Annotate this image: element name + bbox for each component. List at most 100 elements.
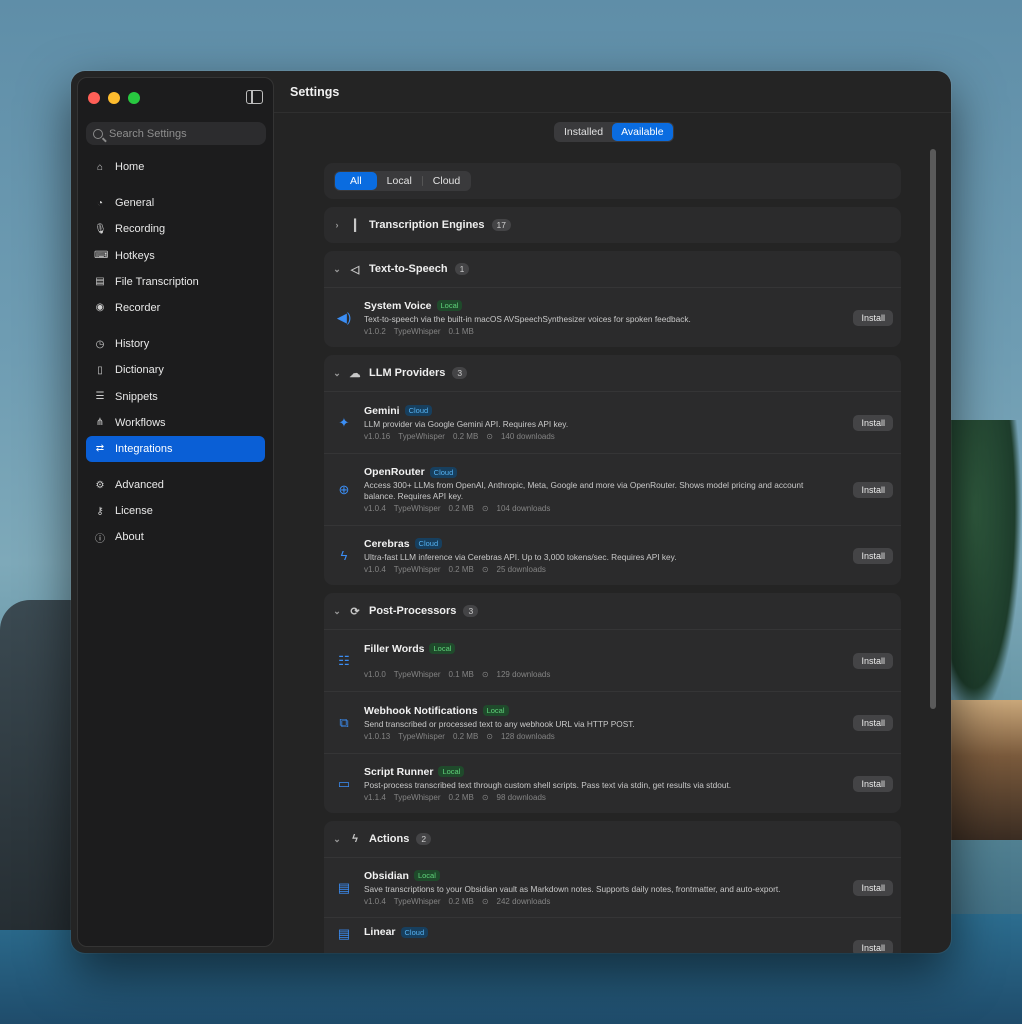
sidebar-item-dictionary[interactable]: ▯ Dictionary	[86, 357, 265, 383]
install-button[interactable]: Install	[853, 414, 893, 431]
sidebar-toggle-icon[interactable]	[246, 90, 263, 104]
section-header[interactable]: ⌄ ⟳ Post-Processors 3	[324, 593, 901, 629]
section-header[interactable]: ⌄ ☁ LLM Providers 3	[324, 355, 901, 391]
item-description: Post-process transcribed text through cu…	[364, 779, 732, 790]
close-window-button[interactable]	[88, 92, 100, 104]
filter-all[interactable]: All	[335, 172, 377, 190]
text-filter-icon: ☷	[338, 652, 350, 668]
sidebar-item-about[interactable]: ⓘ About	[86, 524, 265, 550]
section-transcription-engines: › ┃ Transcription Engines 17	[324, 207, 901, 243]
filter-local[interactable]: Local	[377, 172, 422, 190]
section-header[interactable]: › ┃ Transcription Engines 17	[324, 207, 901, 243]
item-author: TypeWhisper	[398, 731, 445, 741]
settings-window: ⌂ Home ◔ General 🎙 Recording ⌨ Hotkeys ▤ File…	[71, 71, 951, 953]
section-actions: ⌄ ϟ Actions 2 ▤ Obsidian Local Save trans…	[324, 821, 901, 953]
item-version: v1.0.0	[364, 669, 386, 679]
sidebar-item-snippets[interactable]: ☰ Snippets	[86, 384, 265, 410]
item-name: Webhook Notifications	[364, 704, 478, 717]
section-title: Actions	[369, 833, 410, 845]
sidebar-item-integrations[interactable]: ⇄ Integrations	[86, 435, 265, 462]
sidebar-item-label: Home	[115, 161, 145, 173]
download-icon: ⊙	[486, 431, 493, 441]
speaker-icon: ◁	[350, 263, 360, 276]
download-icon: ⊙	[481, 669, 489, 679]
gauge-icon: ◔	[96, 197, 104, 209]
section-header[interactable]: ⌄ ϟ Actions 2	[324, 821, 901, 857]
install-button[interactable]: Install	[853, 547, 893, 564]
sidebar-item-workflows[interactable]: ⋔ Workflows	[86, 410, 265, 436]
item-name: Filler Words	[364, 642, 425, 655]
item-name: OpenRouter	[364, 466, 425, 478]
scrollbar[interactable]	[930, 149, 936, 709]
page-title: Settings	[290, 84, 340, 99]
chevron-right-icon: ›	[335, 220, 339, 230]
filter-card: All Local Cloud	[324, 163, 901, 199]
sidebar-item-label: About	[115, 531, 144, 544]
sidebar-item-license[interactable]: ⚷ License	[86, 498, 265, 524]
download-icon: ⊙	[481, 792, 489, 802]
item-downloads: 128 downloads	[500, 731, 555, 741]
sidebar-item-label: Advanced	[115, 479, 164, 492]
install-button[interactable]: Install	[853, 940, 893, 953]
minimize-window-button[interactable]	[108, 92, 120, 104]
zoom-window-button[interactable]	[128, 92, 140, 104]
list-item: ▤ Linear Cloud Install	[324, 917, 901, 953]
install-button[interactable]: Install	[853, 775, 893, 792]
sidebar-item-file-transcription[interactable]: ▤ File Transcription	[86, 269, 265, 295]
section-title: LLM Providers	[369, 367, 446, 379]
sidebar-item-recording[interactable]: 🎙 Recording	[86, 216, 265, 242]
item-name: Obsidian	[364, 869, 409, 882]
cloud-badge: Cloud	[414, 538, 443, 549]
item-version: v1.0.4	[364, 504, 386, 513]
search-field[interactable]	[86, 122, 266, 145]
sidebar-item-home[interactable]: ⌂ Home	[86, 154, 265, 180]
section-post-processors: ⌄ ⟳ Post-Processors 3 ☷ Filler Words Loca…	[324, 593, 901, 813]
integrations-icon: ⇄	[95, 443, 105, 455]
waveform-icon: ┃	[351, 219, 359, 232]
window-controls	[88, 92, 140, 104]
home-icon: ⌂	[96, 161, 104, 173]
search-icon	[93, 128, 103, 139]
list-item: ✦ Gemini Cloud LLM provider via Google Ge…	[324, 391, 901, 453]
item-author: TypeWhisper	[398, 431, 445, 441]
install-button[interactable]: Install	[853, 481, 893, 498]
sidebar-item-hotkeys[interactable]: ⌨ Hotkeys	[86, 243, 265, 269]
install-button[interactable]: Install	[853, 879, 893, 896]
cloud-badge: Cloud	[429, 466, 458, 478]
item-downloads: 242 downloads	[496, 896, 551, 906]
item-downloads: 140 downloads	[500, 431, 555, 441]
sidebar-item-label: History	[115, 338, 150, 351]
tab-installed[interactable]: Installed	[555, 123, 612, 141]
item-author: TypeWhisper	[393, 564, 441, 574]
local-badge: Local	[429, 643, 456, 654]
keyboard-icon: ⌨	[94, 250, 109, 262]
info-icon: ⓘ	[95, 533, 105, 545]
list-item: ◀) System Voice Local Text-to-speech via …	[324, 287, 901, 347]
install-button[interactable]: Install	[853, 309, 893, 326]
cloud-badge: Cloud	[404, 405, 433, 416]
sidebar-item-general[interactable]: ◔ General	[86, 190, 265, 216]
background-hut	[947, 700, 1022, 840]
item-author: TypeWhisper	[393, 326, 441, 336]
section-header[interactable]: ⌄ ◁ Text-to-Speech 1	[324, 251, 901, 287]
bolt-icon: ϟ	[340, 548, 348, 563]
item-description: Text-to-speech via the built-in macOS AV…	[364, 313, 691, 324]
item-name: Linear	[364, 926, 396, 938]
sidebar-item-advanced[interactable]: ⚙ Advanced	[86, 472, 265, 498]
install-button[interactable]: Install	[853, 714, 893, 731]
item-downloads: 129 downloads	[496, 669, 551, 679]
search-input[interactable]	[109, 127, 259, 140]
item-name: Gemini	[364, 404, 400, 417]
speaker-wave-icon: ◀)	[336, 309, 352, 325]
install-button[interactable]: Install	[853, 652, 893, 669]
item-name: Script Runner	[364, 765, 434, 778]
count-badge: 2	[416, 833, 432, 845]
section-title: Post-Processors	[369, 605, 457, 617]
tab-available[interactable]: Available	[612, 123, 673, 141]
sidebar-item-recorder[interactable]: ◉ Recorder	[86, 295, 265, 321]
item-version: v1.1.4	[364, 792, 386, 802]
document-icon: ▤	[337, 879, 351, 895]
filter-cloud[interactable]: Cloud	[423, 172, 470, 190]
sidebar-item-history[interactable]: ◷ History	[86, 331, 265, 357]
list-item: ▭ Script Runner Local Post-process transc…	[324, 753, 901, 813]
